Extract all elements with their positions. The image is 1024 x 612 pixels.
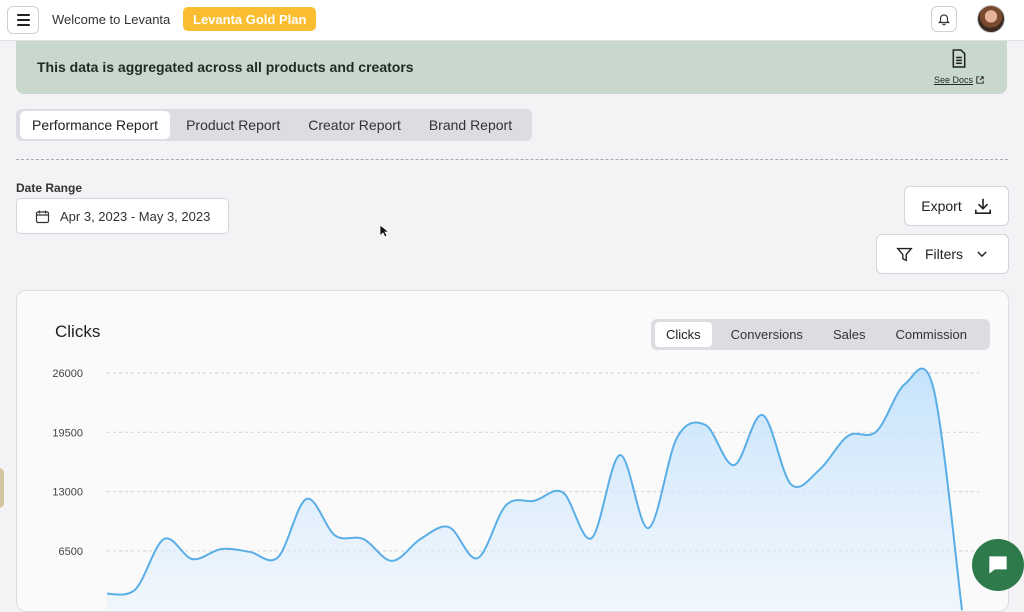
welcome-text: Welcome to Levanta (52, 12, 170, 27)
date-range-value: Apr 3, 2023 - May 3, 2023 (60, 209, 210, 224)
aggregation-notice: This data is aggregated across all produ… (16, 41, 1007, 94)
tab-creator-report[interactable]: Creator Report (296, 111, 413, 139)
y-tick-label: 13000 (52, 487, 83, 499)
see-docs-label[interactable]: See Docs (934, 75, 973, 85)
bell-icon[interactable] (931, 6, 957, 32)
download-icon (974, 197, 992, 215)
tab-brand-report[interactable]: Brand Report (417, 111, 524, 139)
chart-card: Clicks Clicks Conversions Sales Commissi… (16, 290, 1009, 612)
report-tabs: Performance Report Product Report Creato… (16, 109, 532, 141)
chat-bubble-icon (985, 552, 1011, 578)
y-tick-label: 6500 (59, 546, 83, 558)
document-icon (951, 49, 967, 68)
plan-badge[interactable]: Levanta Gold Plan (183, 7, 316, 31)
filters-label: Filters (925, 246, 963, 262)
edge-decoration (0, 468, 4, 508)
chat-support-button[interactable] (972, 539, 1024, 591)
chevron-down-icon (975, 247, 989, 261)
y-tick-label: 26000 (52, 368, 83, 380)
hamburger-icon[interactable] (7, 6, 39, 34)
calendar-icon (35, 209, 50, 224)
date-range-picker[interactable]: Apr 3, 2023 - May 3, 2023 (16, 198, 229, 234)
date-range-label: Date Range (16, 181, 82, 195)
notice-text: This data is aggregated across all produ… (37, 59, 414, 75)
section-divider (16, 159, 1008, 160)
mouse-cursor-icon (379, 224, 389, 238)
avatar[interactable] (977, 5, 1005, 33)
export-label: Export (921, 198, 961, 214)
filters-button[interactable]: Filters (876, 234, 1009, 274)
top-bar: Welcome to Levanta Levanta Gold Plan (0, 0, 1024, 41)
y-tick-label: 19500 (52, 427, 83, 439)
tab-performance-report[interactable]: Performance Report (20, 111, 170, 139)
chart-area-fill (107, 369, 962, 611)
export-button[interactable]: Export (904, 186, 1009, 226)
see-docs-link[interactable]: See Docs (931, 49, 987, 85)
external-link-icon (976, 76, 984, 84)
filter-icon (896, 246, 913, 263)
tab-product-report[interactable]: Product Report (174, 111, 292, 139)
clicks-area-chart: 26000 19500 13000 6500 (17, 291, 1008, 611)
